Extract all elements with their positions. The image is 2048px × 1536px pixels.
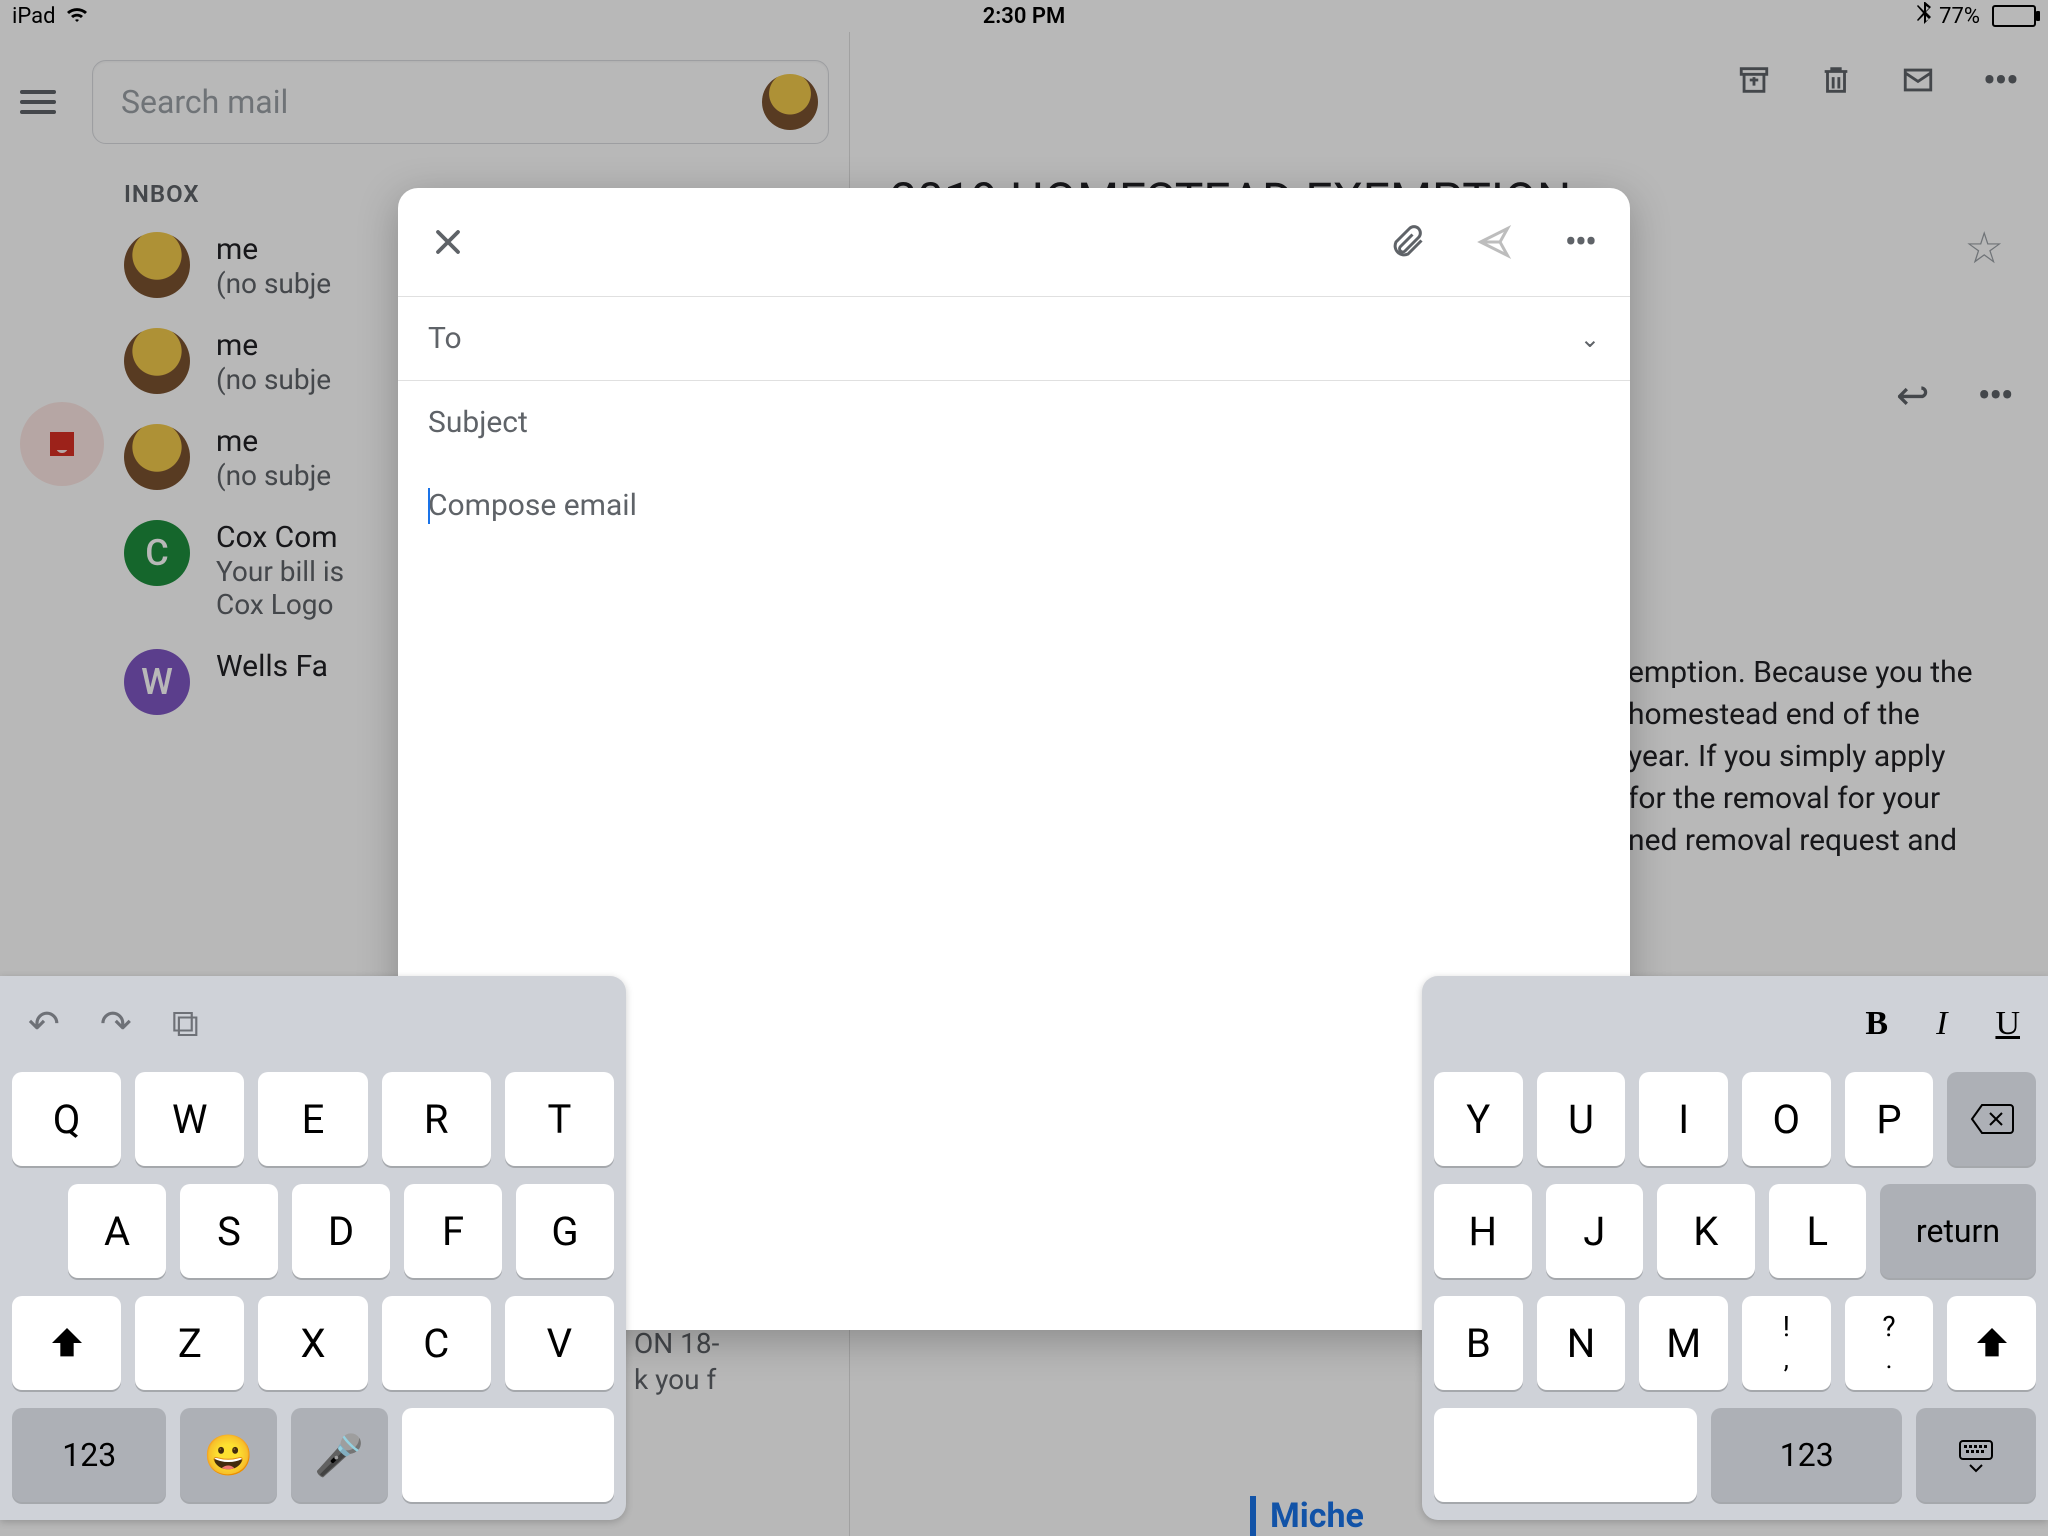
key-c[interactable]: C xyxy=(382,1296,491,1390)
text-cursor xyxy=(428,488,430,524)
key-return[interactable]: return xyxy=(1880,1184,2036,1278)
clipboard-icon[interactable]: ⧉ xyxy=(172,1002,199,1046)
key-y[interactable]: Y xyxy=(1434,1072,1523,1166)
key-backspace[interactable] xyxy=(1947,1072,2036,1166)
key-a[interactable]: A xyxy=(68,1184,166,1278)
key-s[interactable]: S xyxy=(180,1184,278,1278)
attach-icon[interactable] xyxy=(1388,222,1428,262)
key-o[interactable]: O xyxy=(1742,1072,1831,1166)
key-x[interactable]: X xyxy=(258,1296,367,1390)
key-dictation[interactable]: 🎤 xyxy=(291,1408,388,1502)
key-f[interactable]: F xyxy=(404,1184,502,1278)
key-123[interactable]: 123 xyxy=(12,1408,166,1502)
subject-placeholder: Subject xyxy=(428,405,528,440)
send-icon[interactable] xyxy=(1474,222,1514,262)
key-space[interactable] xyxy=(1434,1408,1697,1502)
format-underline-icon[interactable]: U xyxy=(1995,1005,2020,1043)
key-r[interactable]: R xyxy=(382,1072,491,1166)
chevron-down-icon[interactable]: ⌄ xyxy=(1580,325,1600,353)
subject-field-row[interactable]: Subject xyxy=(398,380,1630,464)
to-field-row[interactable]: To ⌄ xyxy=(398,296,1630,380)
key-l[interactable]: L xyxy=(1769,1184,1867,1278)
key-g[interactable]: G xyxy=(516,1184,614,1278)
to-label: To xyxy=(428,321,462,356)
keyboard-right: B I U Y U I O P H J K L return B N M !, … xyxy=(1422,976,2048,1520)
key-m[interactable]: M xyxy=(1639,1296,1728,1390)
key-emoji[interactable]: 😀 xyxy=(180,1408,277,1502)
key-j[interactable]: J xyxy=(1546,1184,1644,1278)
key-v[interactable]: V xyxy=(505,1296,614,1390)
key-shift[interactable] xyxy=(1947,1296,2036,1390)
key-w[interactable]: W xyxy=(135,1072,244,1166)
key-shift[interactable] xyxy=(12,1296,121,1390)
key-t[interactable]: T xyxy=(505,1072,614,1166)
key-b[interactable]: B xyxy=(1434,1296,1523,1390)
key-h[interactable]: H xyxy=(1434,1184,1532,1278)
key-z[interactable]: Z xyxy=(135,1296,244,1390)
key-question-period[interactable]: ?. xyxy=(1845,1296,1934,1390)
key-d[interactable]: D xyxy=(292,1184,390,1278)
key-i[interactable]: I xyxy=(1639,1072,1728,1166)
close-icon[interactable] xyxy=(428,222,468,262)
body-placeholder: Compose email xyxy=(428,488,637,523)
format-bold-icon[interactable]: B xyxy=(1865,1005,1888,1043)
key-n[interactable]: N xyxy=(1537,1296,1626,1390)
key-e[interactable]: E xyxy=(258,1072,367,1166)
key-q[interactable]: Q xyxy=(12,1072,121,1166)
key-p[interactable]: P xyxy=(1845,1072,1934,1166)
format-italic-icon[interactable]: I xyxy=(1936,1005,1947,1043)
key-hide-keyboard[interactable] xyxy=(1916,1408,2036,1502)
undo-icon[interactable]: ↶ xyxy=(28,1002,60,1047)
key-space[interactable] xyxy=(402,1408,614,1502)
key-k[interactable]: K xyxy=(1657,1184,1755,1278)
key-123[interactable]: 123 xyxy=(1711,1408,1902,1502)
keyboard-left: ↶ ↷ ⧉ Q W E R T A S D F G Z X C V 123 😀 … xyxy=(0,976,626,1520)
redo-icon[interactable]: ↷ xyxy=(100,1002,132,1047)
key-exclaim-comma[interactable]: !, xyxy=(1742,1296,1831,1390)
compose-more-icon[interactable]: ••• xyxy=(1560,222,1600,262)
key-u[interactable]: U xyxy=(1537,1072,1626,1166)
